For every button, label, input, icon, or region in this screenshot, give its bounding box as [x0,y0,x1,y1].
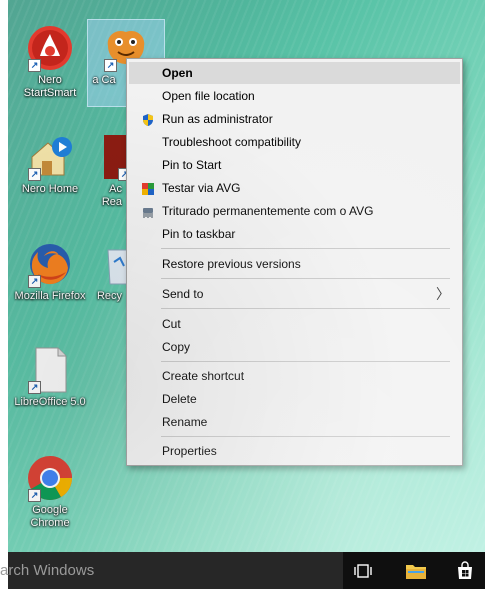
menu-item-rename[interactable]: Rename [129,411,460,433]
menu-item-copy[interactable]: Copy [129,336,460,358]
desktop-icon-firefox[interactable]: ↗ Mozilla Firefox [12,240,88,303]
search-box[interactable]: arch Windows [0,552,343,589]
icon-label: Ac Rea [101,183,122,208]
menu-item-testar-via-avg[interactable]: Testar via AVG [129,177,460,199]
menu-separator [161,436,450,437]
menu-item-label: Pin to taskbar [162,227,236,241]
icon-label: a Ca [92,74,116,86]
menu-item-properties[interactable]: Properties [129,440,460,462]
icon-label: Mozilla Firefox [14,290,86,302]
menu-item-open-file-location[interactable]: Open file location [129,85,460,107]
menu-item-send-to[interactable]: Send to 〉 [129,283,460,305]
menu-item-delete[interactable]: Delete [129,388,460,410]
menu-item-cut[interactable]: Cut [129,313,460,335]
menu-item-label: Testar via AVG [162,181,241,195]
chrome-icon: ↗ [26,454,74,502]
libreoffice-icon: ↗ [26,346,74,394]
menu-item-label: Cut [162,317,181,331]
menu-item-label: Delete [162,392,197,406]
menu-item-label: Create shortcut [162,369,245,383]
taskbar: arch Windows [0,552,485,589]
task-view-icon[interactable] [353,561,373,581]
menu-item-label: Run as administrator [162,112,273,126]
shortcut-arrow-icon: ↗ [28,489,41,502]
icon-label: Google Chrome [30,504,70,529]
menu-item-triturado-avg[interactable]: Triturado permanentemente com o AVG [129,200,460,222]
menu-item-label: Restore previous versions [162,257,301,271]
menu-item-label: Send to [162,287,204,301]
nero-home-icon: ↗ [26,133,74,181]
chevron-right-icon: 〉 [436,286,450,302]
menu-item-pin-to-taskbar[interactable]: Pin to taskbar [129,223,460,245]
nero-icon: ↗ [26,24,74,72]
menu-item-pin-to-start[interactable]: Pin to Start [129,154,460,176]
avg-icon [141,181,155,195]
uac-shield-icon [141,112,155,126]
menu-separator [161,248,450,249]
shortcut-arrow-icon: ↗ [118,168,126,181]
icon-label: LibreOffice 5.0 [14,396,86,408]
shredder-icon [141,204,155,218]
shortcut-arrow-icon: ↗ [28,59,41,72]
menu-item-label: Copy [162,340,191,354]
desktop-icon-libreoffice[interactable]: ↗ LibreOffice 5.0 [12,346,88,409]
menu-item-open[interactable]: Open [129,62,460,84]
desktop-icon-nero-home[interactable]: ↗ Nero Home [12,133,88,196]
menu-item-label: Open [162,66,193,80]
menu-item-label: Properties [162,444,217,458]
shortcut-arrow-icon: ↗ [104,59,117,72]
file-explorer-icon[interactable] [405,561,426,581]
desktop-icon-selected-app[interactable]: ↗ a Ca [87,19,165,107]
icon-label: Nero StartSmart [23,74,77,99]
menu-item-label: Open file location [162,89,255,103]
menu-separator [161,278,450,279]
mascot-icon: ↗ [102,24,150,72]
menu-item-label: Rename [162,415,208,429]
desktop-icon-chrome[interactable]: ↗ Google Chrome [12,454,88,530]
context-menu: Open Open file location Run as administr… [126,58,463,466]
shortcut-arrow-icon: ↗ [28,381,41,394]
menu-item-run-as-administrator[interactable]: Run as administrator [129,108,460,130]
menu-item-troubleshoot-compatibility[interactable]: Troubleshoot compatibility [129,131,460,153]
menu-item-label: Pin to Start [162,158,222,172]
shortcut-arrow-icon: ↗ [28,275,41,288]
menu-separator [161,361,450,362]
desktop-icon-nero-startsmart[interactable]: ↗ Nero StartSmart [12,24,88,100]
menu-item-label: Triturado permanentemente com o AVG [162,204,374,218]
desktop-icon-recycle-bin[interactable]: Recy [86,240,126,303]
menu-item-restore-previous-versions[interactable]: Restore previous versions [129,253,460,275]
firefox-icon: ↗ [26,240,74,288]
icon-label: Recy [96,290,122,302]
menu-separator [161,308,450,309]
search-placeholder: arch Windows [0,562,95,579]
desktop-icon-acrobat[interactable]: ↗ Ac Rea [86,133,126,209]
acrobat-icon: ↗ [102,133,126,181]
menu-item-label: Troubleshoot compatibility [162,135,301,149]
store-icon[interactable] [455,561,475,581]
icon-label: Nero Home [21,183,79,195]
recycle-bin-icon [102,240,126,288]
menu-item-create-shortcut[interactable]: Create shortcut [129,365,460,387]
desktop[interactable]: ↗ Nero StartSmart ↗ Nero Home ↗ Mozilla … [8,0,485,552]
screenshot-frame: ↗ Nero StartSmart ↗ Nero Home ↗ Mozilla … [0,0,485,589]
shortcut-arrow-icon: ↗ [28,168,41,181]
